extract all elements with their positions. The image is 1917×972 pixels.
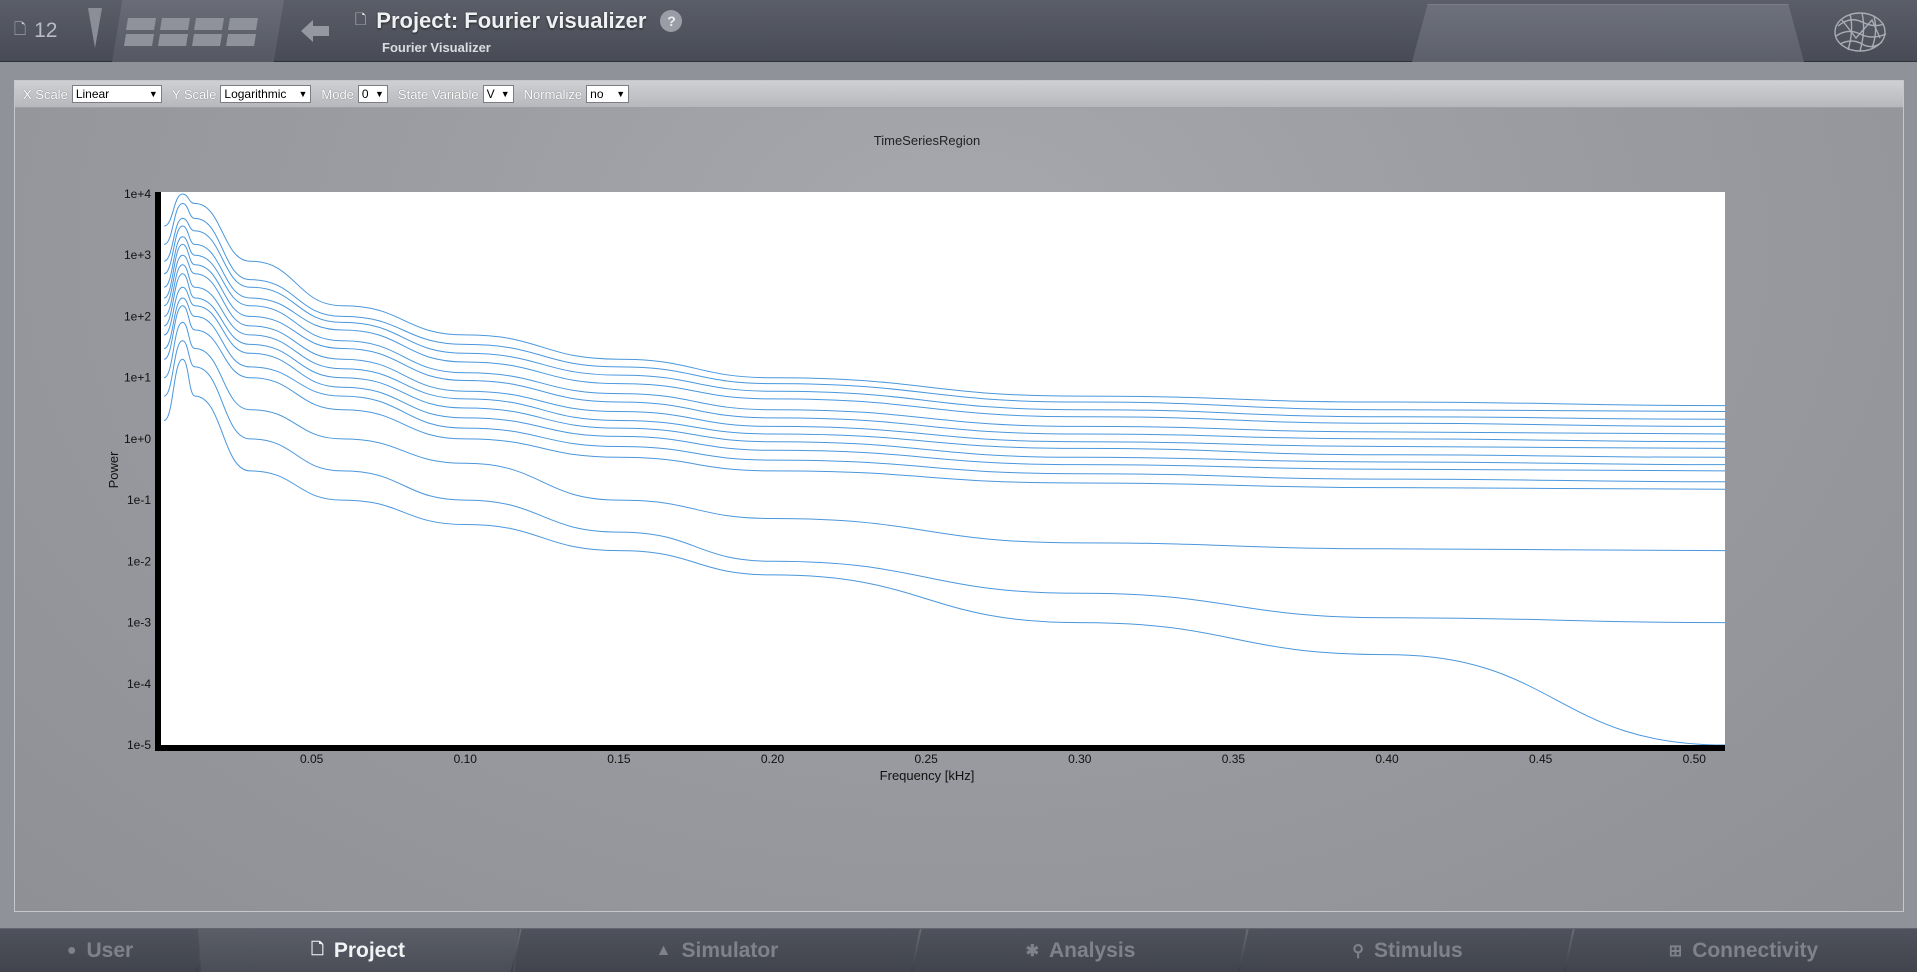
- tab-analysis[interactable]: ✱ Analysis: [918, 929, 1243, 972]
- y-scale-select[interactable]: Logarithmic ▼: [220, 85, 312, 103]
- x-tick-label: 0.20: [761, 752, 785, 766]
- tab-project[interactable]: 🗋 Project: [198, 929, 518, 972]
- project-count-value: 12: [34, 19, 58, 42]
- network-icon: ⊞: [1668, 943, 1683, 960]
- tab-simulator[interactable]: ▲ Simulator: [518, 929, 916, 972]
- x-tick-label: 0.25: [914, 752, 938, 766]
- y-axis-label: Power: [106, 451, 121, 489]
- normalize-value: no: [590, 87, 604, 101]
- document-icon: 🗋: [14, 20, 27, 38]
- grid-menu-icon[interactable]: [124, 18, 258, 46]
- document-icon: 🗋: [355, 11, 367, 27]
- x-tick-label: 0.05: [300, 752, 324, 766]
- y-tick-label: 1e+2: [124, 309, 151, 323]
- x-tick-label: 0.50: [1683, 752, 1707, 766]
- tab-label-stimulus: Stimulus: [1374, 939, 1463, 962]
- help-icon[interactable]: ?: [660, 10, 683, 32]
- y-tick-label: 1e-2: [127, 554, 151, 568]
- tab-label-connectivity: Connectivity: [1692, 939, 1819, 962]
- x-tick-label: 0.30: [1068, 752, 1092, 766]
- y-tick-label: 1e-5: [127, 738, 151, 752]
- user-icon: ●: [66, 942, 77, 959]
- brain-logo-icon[interactable]: [1832, 8, 1888, 56]
- normalize-label: Normalize: [523, 86, 583, 102]
- pin-icon: ⚲: [1352, 943, 1365, 960]
- chevron-down-icon: ▼: [148, 89, 158, 99]
- x-tick-label: 0.40: [1375, 752, 1399, 766]
- page-title-area: 🗋 Project: Fourier visualizer ? Fourier …: [355, 8, 683, 55]
- bottom-nav: ● User 🗋 Project ▲ Simulator ✱ Analysis …: [0, 928, 1917, 972]
- chevron-down-icon: ▼: [298, 89, 308, 99]
- x-axis-ticks: 0.05 0.10 0.15 0.20 0.25 0.30 0.35 0.40 0.45 0.50: [300, 752, 1706, 766]
- tab-label-user: User: [86, 939, 134, 962]
- y-scale-label: Y Scale: [171, 86, 217, 102]
- page-subtitle: Fourier Visualizer: [382, 40, 491, 55]
- top-header: 🗋 12 🗋 Project: Fourier visualizer ? Fou…: [0, 0, 1917, 62]
- arrow-left-icon: [301, 20, 329, 42]
- state-variable-label: State Variable: [397, 86, 479, 102]
- x-tick-label: 0.10: [454, 752, 478, 766]
- mode-select[interactable]: 0 ▼: [357, 85, 388, 103]
- y-tick-label: 1e-3: [127, 616, 151, 630]
- chevron-down-icon: ▼: [500, 89, 510, 99]
- main-panel: X Scale Linear ▼ Y Scale Logarithmic ▼ M…: [14, 80, 1904, 912]
- x-tick-label: 0.45: [1529, 752, 1553, 766]
- header-panel: [1412, 4, 1804, 62]
- tab-label-simulator: Simulator: [681, 939, 779, 962]
- document-icon: 🗋: [310, 940, 324, 958]
- mode-label: Mode: [321, 86, 354, 102]
- rocket-icon: ▲: [655, 942, 672, 959]
- tab-stimulus[interactable]: ⚲ Stimulus: [1245, 929, 1570, 972]
- x-axis-label: Frequency [kHz]: [880, 768, 975, 783]
- project-counter[interactable]: 🗋 12: [0, 0, 88, 62]
- y-scale-value: Logarithmic: [224, 87, 287, 101]
- x-scale-label: X Scale: [23, 86, 68, 102]
- tab-label-analysis: Analysis: [1049, 939, 1136, 962]
- back-button[interactable]: [287, 0, 343, 62]
- caret-down-icon[interactable]: [88, 8, 102, 48]
- tab-user[interactable]: ● User: [0, 929, 200, 972]
- y-tick-label: 1e+0: [124, 432, 151, 446]
- gear-icon: ✱: [1025, 943, 1039, 960]
- state-variable-select[interactable]: V ▼: [482, 85, 514, 103]
- chart-title: TimeSeriesRegion: [874, 133, 980, 148]
- y-tick-label: 1e+3: [124, 248, 151, 262]
- x-scale-value: Linear: [75, 87, 110, 101]
- tab-label-project: Project: [333, 939, 406, 962]
- chevron-down-icon: ▼: [616, 89, 626, 99]
- mode-value: 0: [361, 87, 369, 101]
- y-axis-ticks: 1e+4 1e+3 1e+2 1e+1 1e+0 1e-1 1e-2 1e-3 1e-4 1e-5: [124, 187, 151, 752]
- normalize-select[interactable]: no ▼: [586, 85, 630, 103]
- state-variable-value: V: [486, 87, 495, 101]
- tab-connectivity[interactable]: ⊞ Connectivity: [1570, 929, 1917, 972]
- y-tick-label: 1e+1: [124, 371, 151, 385]
- x-tick-label: 0.35: [1222, 752, 1246, 766]
- x-scale-select[interactable]: Linear ▼: [71, 85, 162, 103]
- y-tick-label: 1e+4: [124, 187, 151, 201]
- y-tick-label: 1e-1: [127, 493, 151, 507]
- page-title: Project: Fourier visualizer: [376, 8, 647, 33]
- fourier-chart[interactable]: TimeSeriesRegion 0.05 0.10 0.15 0.20 0.25 0.3…: [15, 108, 1903, 798]
- chart-toolbar: X Scale Linear ▼ Y Scale Logarithmic ▼ M…: [15, 81, 1903, 108]
- y-tick-label: 1e-4: [127, 677, 151, 691]
- chevron-down-icon: ▼: [375, 89, 384, 99]
- x-tick-label: 0.15: [607, 752, 631, 766]
